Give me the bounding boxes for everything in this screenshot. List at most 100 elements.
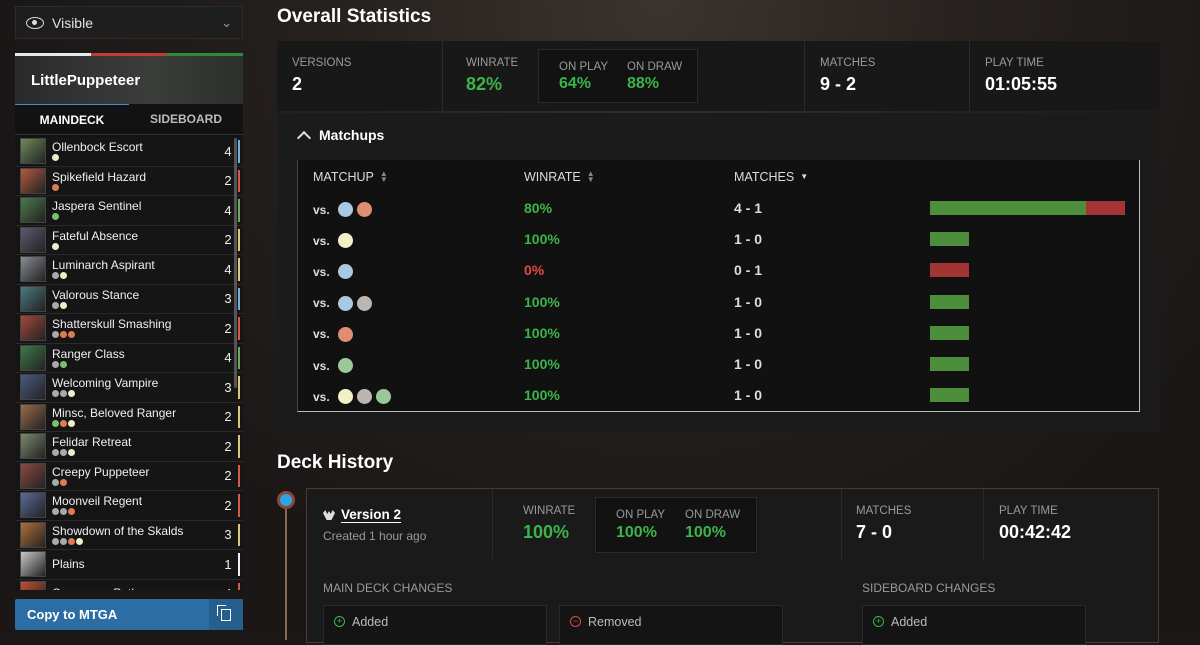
version-panel: Version 2 Created 1 hour ago WINRATE 100… <box>306 488 1159 645</box>
win-segment <box>930 232 969 247</box>
eye-icon <box>26 16 44 29</box>
tab-maindeck[interactable]: MAINDECK <box>15 104 129 134</box>
win-segment <box>930 325 969 340</box>
card-row[interactable]: Valorous Stance 3 <box>15 284 243 314</box>
card-row[interactable]: Moonveil Regent 2 <box>15 491 243 521</box>
history-on-draw-label: ON DRAW <box>685 509 741 521</box>
red-mana-icon <box>337 326 353 342</box>
matchup-winrate: 100% <box>524 324 560 341</box>
card-name: Ranger Class <box>52 346 125 361</box>
matchups-toggle[interactable]: Matchups <box>296 127 384 145</box>
red-mana-icon <box>356 202 372 217</box>
play-time-value: 01:05:55 <box>985 74 1058 94</box>
matchup-row: vs. 80% 4 - 1 <box>298 193 1139 224</box>
mana-pip-icon <box>60 419 67 427</box>
history-on-play-value: 100% <box>616 524 657 541</box>
win-segment <box>930 201 1086 215</box>
card-art <box>20 167 46 194</box>
card-row[interactable]: Showdown of the Skalds 3 <box>15 520 243 550</box>
card-art <box>20 462 46 489</box>
deck-history-title: Deck History <box>277 452 394 473</box>
card-art <box>20 433 46 460</box>
card-name: Showdown of the Skalds <box>52 523 184 538</box>
col-winrate[interactable]: WINRATE ▲ ▼ <box>524 170 595 185</box>
card-name: Luminarch Aspirant <box>52 258 155 273</box>
timeline-line <box>285 500 287 640</box>
matchup-winrate: 0% <box>524 262 545 279</box>
card-row[interactable]: Luminarch Aspirant 4 <box>15 255 243 285</box>
copy-icon-button[interactable] <box>209 599 243 630</box>
card-name: Spikefield Hazard <box>52 169 147 184</box>
minus-circle-icon: − <box>570 616 581 627</box>
timeline-dot <box>277 491 295 509</box>
mana-pip-icon <box>52 390 59 398</box>
card-row[interactable]: Felidar Retreat 2 <box>15 432 243 462</box>
matchup-winrate: 100% <box>524 293 560 310</box>
mana-pip-icon <box>76 537 83 545</box>
mana-pip-icon <box>60 390 67 398</box>
card-art <box>20 256 46 283</box>
black-mana-icon <box>356 389 372 405</box>
mana-cost <box>52 537 219 545</box>
mana-pip-icon <box>52 419 59 427</box>
matchup-bar <box>930 201 1125 215</box>
matchup-bar <box>930 294 969 309</box>
copy-to-mtga-button[interactable]: Copy to MTGA <box>15 599 243 630</box>
chevron-down-icon: ⌄ <box>221 14 232 30</box>
visibility-label: Visible <box>52 14 93 31</box>
history-matches-value: 7 - 0 <box>856 522 893 542</box>
on-play-label: ON PLAY <box>559 61 608 73</box>
col-matches[interactable]: MATCHES ▼ <box>734 170 808 184</box>
card-row[interactable]: Jaspera Sentinel 4 <box>15 196 243 226</box>
card-art <box>20 521 46 548</box>
side-added-label: Added <box>891 615 928 629</box>
mana-pip-icon <box>60 272 67 280</box>
card-art <box>20 374 46 401</box>
card-name: Fateful Absence <box>52 228 139 243</box>
matchup-matches: 0 - 1 <box>734 262 763 279</box>
card-row[interactable]: Creepy Puppeteer 2 <box>15 461 243 491</box>
card-name: Plains <box>52 556 85 571</box>
main-added-label: Added <box>352 615 389 629</box>
card-color-stripe <box>238 553 240 576</box>
card-row[interactable]: Spikefield Hazard 2 <box>15 166 243 196</box>
blue-mana-icon <box>337 264 353 280</box>
version-name-link[interactable]: Version 2 <box>323 507 402 523</box>
tab-sideboard[interactable]: SIDEBOARD <box>129 104 243 134</box>
visibility-dropdown[interactable]: Visible ⌄ <box>15 6 243 39</box>
sort-desc-icon: ▼ <box>800 172 809 181</box>
chevron-up-icon <box>296 130 312 145</box>
mana-pip-icon <box>60 449 67 457</box>
deck-color-bar <box>15 53 243 56</box>
mana-pip-icon <box>52 242 59 250</box>
card-row[interactable]: Ollenbock Escort 4 <box>15 137 243 167</box>
mana-pip-icon <box>60 360 67 368</box>
loss-segment <box>930 263 969 278</box>
mana-cost <box>52 272 219 280</box>
blue-mana-icon <box>337 295 353 311</box>
col-matchup[interactable]: MATCHUP ▲ ▼ <box>313 170 388 185</box>
card-row[interactable]: Welcoming Vampire 3 <box>15 373 243 403</box>
card-color-stripe <box>238 287 240 310</box>
mana-pip-icon <box>68 449 75 457</box>
on-draw-label: ON DRAW <box>627 61 683 73</box>
mana-pip-icon <box>68 331 75 339</box>
matches-value: 9 - 2 <box>820 74 857 94</box>
matchup-bar <box>930 263 969 278</box>
card-list-scrollbar[interactable] <box>234 138 237 388</box>
card-row[interactable]: Cragcrown Pathway4 <box>15 579 243 590</box>
card-row[interactable]: Ranger Class 4 <box>15 343 243 373</box>
black-mana-icon <box>356 295 372 311</box>
history-matches-label: MATCHES <box>856 505 912 517</box>
mana-pip-icon <box>52 154 59 162</box>
card-row[interactable]: Shatterskull Smashing 2 <box>15 314 243 344</box>
card-row[interactable]: Minsc, Beloved Ranger 2 <box>15 402 243 432</box>
mana-cost <box>52 242 219 250</box>
mana-cost <box>52 449 219 457</box>
mana-cost <box>52 183 219 191</box>
card-row[interactable]: Plains 1 <box>15 550 243 580</box>
mana-pip-icon <box>52 331 59 339</box>
card-row[interactable]: Fateful Absence 2 <box>15 225 243 255</box>
side-added-box: + Added <box>862 605 1086 645</box>
history-on-play-label: ON PLAY <box>616 509 665 521</box>
